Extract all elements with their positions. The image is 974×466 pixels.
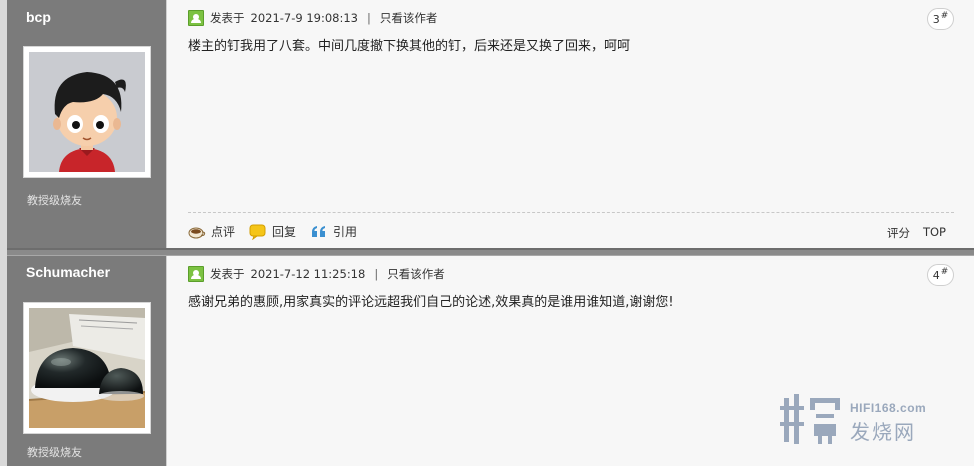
watermark-url: HIFI168.com (850, 401, 927, 415)
quote-marks-icon (312, 225, 326, 237)
back-to-top-link[interactable]: TOP (923, 225, 946, 241)
post-meta: 发表于 2021-7-12 11:25:18 | 只看该作者 (188, 266, 445, 282)
floor-number: 3 (932, 12, 940, 26)
cartoon-boy-avatar-icon (29, 52, 145, 172)
avatar[interactable] (23, 46, 151, 178)
floor-number: 4 (932, 268, 940, 282)
speech-bubble-icon (249, 224, 266, 240)
reply-button[interactable]: 回复 (249, 223, 296, 240)
floor-number-link[interactable]: 3 # (927, 8, 954, 30)
avatar[interactable] (23, 302, 151, 434)
coffee-cup-icon (188, 227, 206, 238)
reply-label: 回复 (272, 225, 297, 239)
site-watermark: HIFI168.com 发烧网 (780, 392, 952, 452)
site-logo-icon (780, 394, 840, 444)
author-name[interactable]: Schumacher (26, 264, 110, 280)
meta-separator: | (374, 267, 379, 281)
meta-separator: | (367, 11, 371, 25)
post-body: 楼主的钉我用了八套。中间几度撤下换其他的钉，后来还是又换了回来，呵呵 (188, 39, 631, 54)
left-edge (0, 0, 7, 466)
posted-label: 发表于 (210, 267, 245, 281)
user-rank: 教授级烧友 (27, 446, 82, 459)
product-photo-avatar-icon (29, 308, 145, 428)
post-meta: 发表于 2021-7-9 19:08:13 | 只看该作者 (188, 10, 437, 26)
user-rank: 教授级烧友 (27, 194, 82, 207)
floor-number-link[interactable]: 4 # (927, 264, 954, 286)
view-author-only-link[interactable]: 只看该作者 (380, 10, 438, 26)
online-user-icon (188, 266, 204, 282)
posted-time: 2021-7-12 11:25:18 (250, 267, 366, 281)
quote-label: 引用 (333, 225, 358, 239)
online-user-icon (188, 10, 204, 26)
post-floor-3: bcp 教授级烧友 发表于 2021-7-9 19:08:13 | 只看该作者 … (7, 0, 974, 248)
post-body: 感谢兄弟的惠顾,用家真实的评论远超我们自己的论述,效果真的是谁用谁知道,谢谢您! (188, 295, 674, 310)
comment-label: 点评 (211, 225, 236, 239)
author-name[interactable]: bcp (26, 9, 51, 25)
rate-link[interactable]: 评分 (887, 225, 910, 241)
author-column: bcp 教授级烧友 (7, 0, 167, 248)
posted-time: 2021-7-9 19:08:13 (250, 11, 359, 25)
quote-button[interactable]: 引用 (310, 223, 357, 240)
floor-mark: # (940, 267, 949, 277)
floor-mark: # (940, 11, 949, 21)
post-tools: 评分 TOP (887, 225, 946, 241)
post-content: 发表于 2021-7-9 19:08:13 | 只看该作者 3 # 楼主的钉我用了… (168, 0, 974, 248)
posted-label: 发表于 (210, 11, 245, 25)
post-actions: 点评 回复 引用 (188, 223, 357, 240)
comment-button[interactable]: 点评 (188, 223, 235, 240)
author-column: Schumacher 教授级烧友 (7, 256, 167, 466)
post-divider (7, 248, 974, 256)
post-footer: 点评 回复 引用 评分 TOP (188, 212, 954, 241)
view-author-only-link[interactable]: 只看该作者 (387, 266, 445, 282)
watermark-site-name: 发烧网 (850, 420, 916, 444)
